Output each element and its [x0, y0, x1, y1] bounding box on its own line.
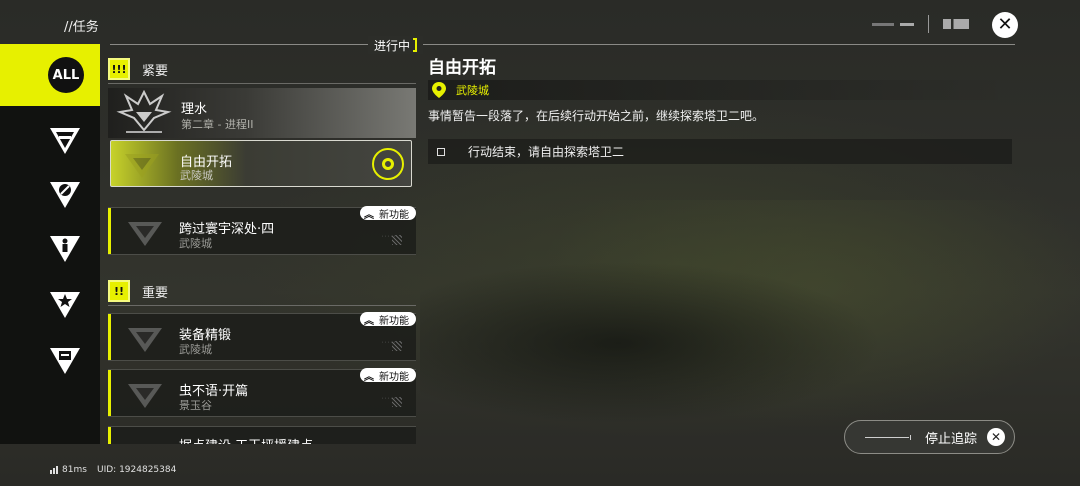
new-feature-label: 新功能 [379, 371, 409, 383]
location-name: 武陵城 [456, 84, 489, 97]
objective-text: 行动结束，请自由探索塔卫二 [468, 145, 625, 159]
quest-emblem-icon [125, 154, 159, 178]
quest-card-judian[interactable]: 据点建设·天王坪援建点·一 [108, 426, 416, 444]
deco-line-icon [865, 434, 911, 440]
new-feature-badge: ︽ 新功能 [360, 206, 416, 221]
stripes-icon [392, 397, 402, 407]
new-feature-badge: ︽ 新功能 [360, 312, 416, 327]
deco-bar [872, 22, 894, 26]
deco-bar [900, 22, 914, 26]
category-factory-tab[interactable] [48, 342, 82, 376]
section-urgent: !!! 紧要 [108, 56, 168, 82]
ping-text: 81ms [62, 465, 87, 475]
section-important: !! 重要 [108, 278, 168, 304]
category-sidebar: ALL [0, 44, 100, 444]
important-badge-icon: !! [108, 280, 130, 302]
quest-subtitle: 武陵城 [179, 237, 212, 250]
category-event-tab[interactable] [48, 286, 82, 320]
quest-accent-bar [108, 370, 111, 416]
quest-objective: 行动结束，请自由探索塔卫二 [428, 139, 1012, 164]
close-button[interactable]: ✕ [992, 12, 1018, 38]
double-chevron-up-icon: ︽ [364, 315, 374, 327]
quest-accent-bar [108, 427, 111, 444]
status-label: 进行中 [374, 38, 411, 53]
star-v-icon [50, 292, 80, 318]
category-all-tab[interactable]: ALL [0, 44, 100, 106]
new-feature-badge: ︽ 新功能 [360, 368, 416, 383]
close-circle-icon: ✕ [987, 428, 1006, 446]
section-title: 重要 [142, 285, 169, 301]
objective-checkbox-icon [437, 147, 445, 156]
close-icon: ✕ [997, 14, 1013, 35]
deco-separator [928, 15, 929, 33]
signal-icon [50, 466, 58, 474]
quest-card-active[interactable]: 自由开拓 武陵城 [110, 140, 412, 187]
double-chevron-up-icon: ︽ [364, 371, 374, 383]
stripes-icon [392, 235, 402, 245]
urgent-badge-icon: !!! [108, 58, 130, 80]
quest-title: 据点建设·天王坪援建点·一 [179, 435, 330, 444]
category-main-tab[interactable] [48, 122, 82, 156]
bracket-icon [413, 38, 418, 52]
tracking-target-icon[interactable] [372, 148, 404, 180]
target-dot [382, 158, 394, 170]
quest-subtitle: 第二章 - 进程II [181, 118, 254, 131]
quest-emblem-icon [128, 328, 162, 352]
quest-subtitle: 景玉谷 [179, 399, 212, 412]
quest-accent-bar [108, 208, 111, 254]
quest-title: 理水 [181, 102, 208, 117]
quest-card-zhuangbei[interactable]: 装备精锻 武陵城 ····· ︽ 新功能 [108, 312, 416, 361]
signal-bar [50, 470, 52, 474]
stop-tracking-button[interactable]: 停止追踪 ✕ [844, 420, 1015, 454]
chapter-emblem-icon [116, 90, 172, 133]
quest-description: 事情暂告一段落了，在后续行动开始之前，继续探索塔卫二吧。 [428, 109, 765, 123]
section-divider [108, 83, 416, 84]
all-label: ALL [48, 57, 84, 93]
category-explore-tab[interactable] [48, 176, 82, 210]
box-v-icon [50, 348, 80, 374]
uid-text: UID: 1924825384 [97, 465, 177, 475]
header-divider [110, 44, 1015, 45]
header-decoration [872, 15, 969, 33]
new-feature-label: 新功能 [379, 315, 409, 327]
endfield-v-icon [50, 128, 80, 154]
quest-card-kuaguo[interactable]: 跨过寰宇深处·四 武陵城 ····· ︽ 新功能 [108, 206, 416, 255]
quest-card-chongbuyu[interactable]: 虫不语·开篇 景玉谷 ····· ︽ 新功能 [108, 368, 416, 417]
breadcrumb: //任务 [64, 20, 99, 35]
signal-bar [56, 466, 58, 474]
quest-accent-bar [108, 314, 111, 360]
quest-subtitle: 武陵城 [179, 343, 212, 356]
quest-subtitle: 武陵城 [180, 169, 213, 182]
double-chevron-up-icon: ︽ [364, 209, 374, 221]
quest-location: 武陵城 [428, 80, 1016, 100]
section-title: 紧要 [142, 63, 169, 79]
compass-v-icon [50, 182, 80, 208]
quest-emblem-icon [128, 222, 162, 246]
stop-tracking-label: 停止追踪 [925, 431, 978, 447]
deco-block-icon [943, 19, 969, 29]
quest-emblem-icon [128, 384, 162, 408]
person-v-icon [50, 236, 80, 262]
signal-bar [53, 468, 55, 474]
status-indicator: 进行中 [368, 36, 424, 54]
map-pin-icon [432, 82, 446, 98]
new-feature-label: 新功能 [379, 209, 409, 221]
quest-detail-title: 自由开拓 [428, 58, 496, 78]
stripes-icon [392, 341, 402, 351]
quest-card-lishui[interactable]: 理水 第二章 - 进程II [108, 88, 416, 138]
category-character-tab[interactable] [48, 230, 82, 264]
section-divider [108, 305, 416, 306]
